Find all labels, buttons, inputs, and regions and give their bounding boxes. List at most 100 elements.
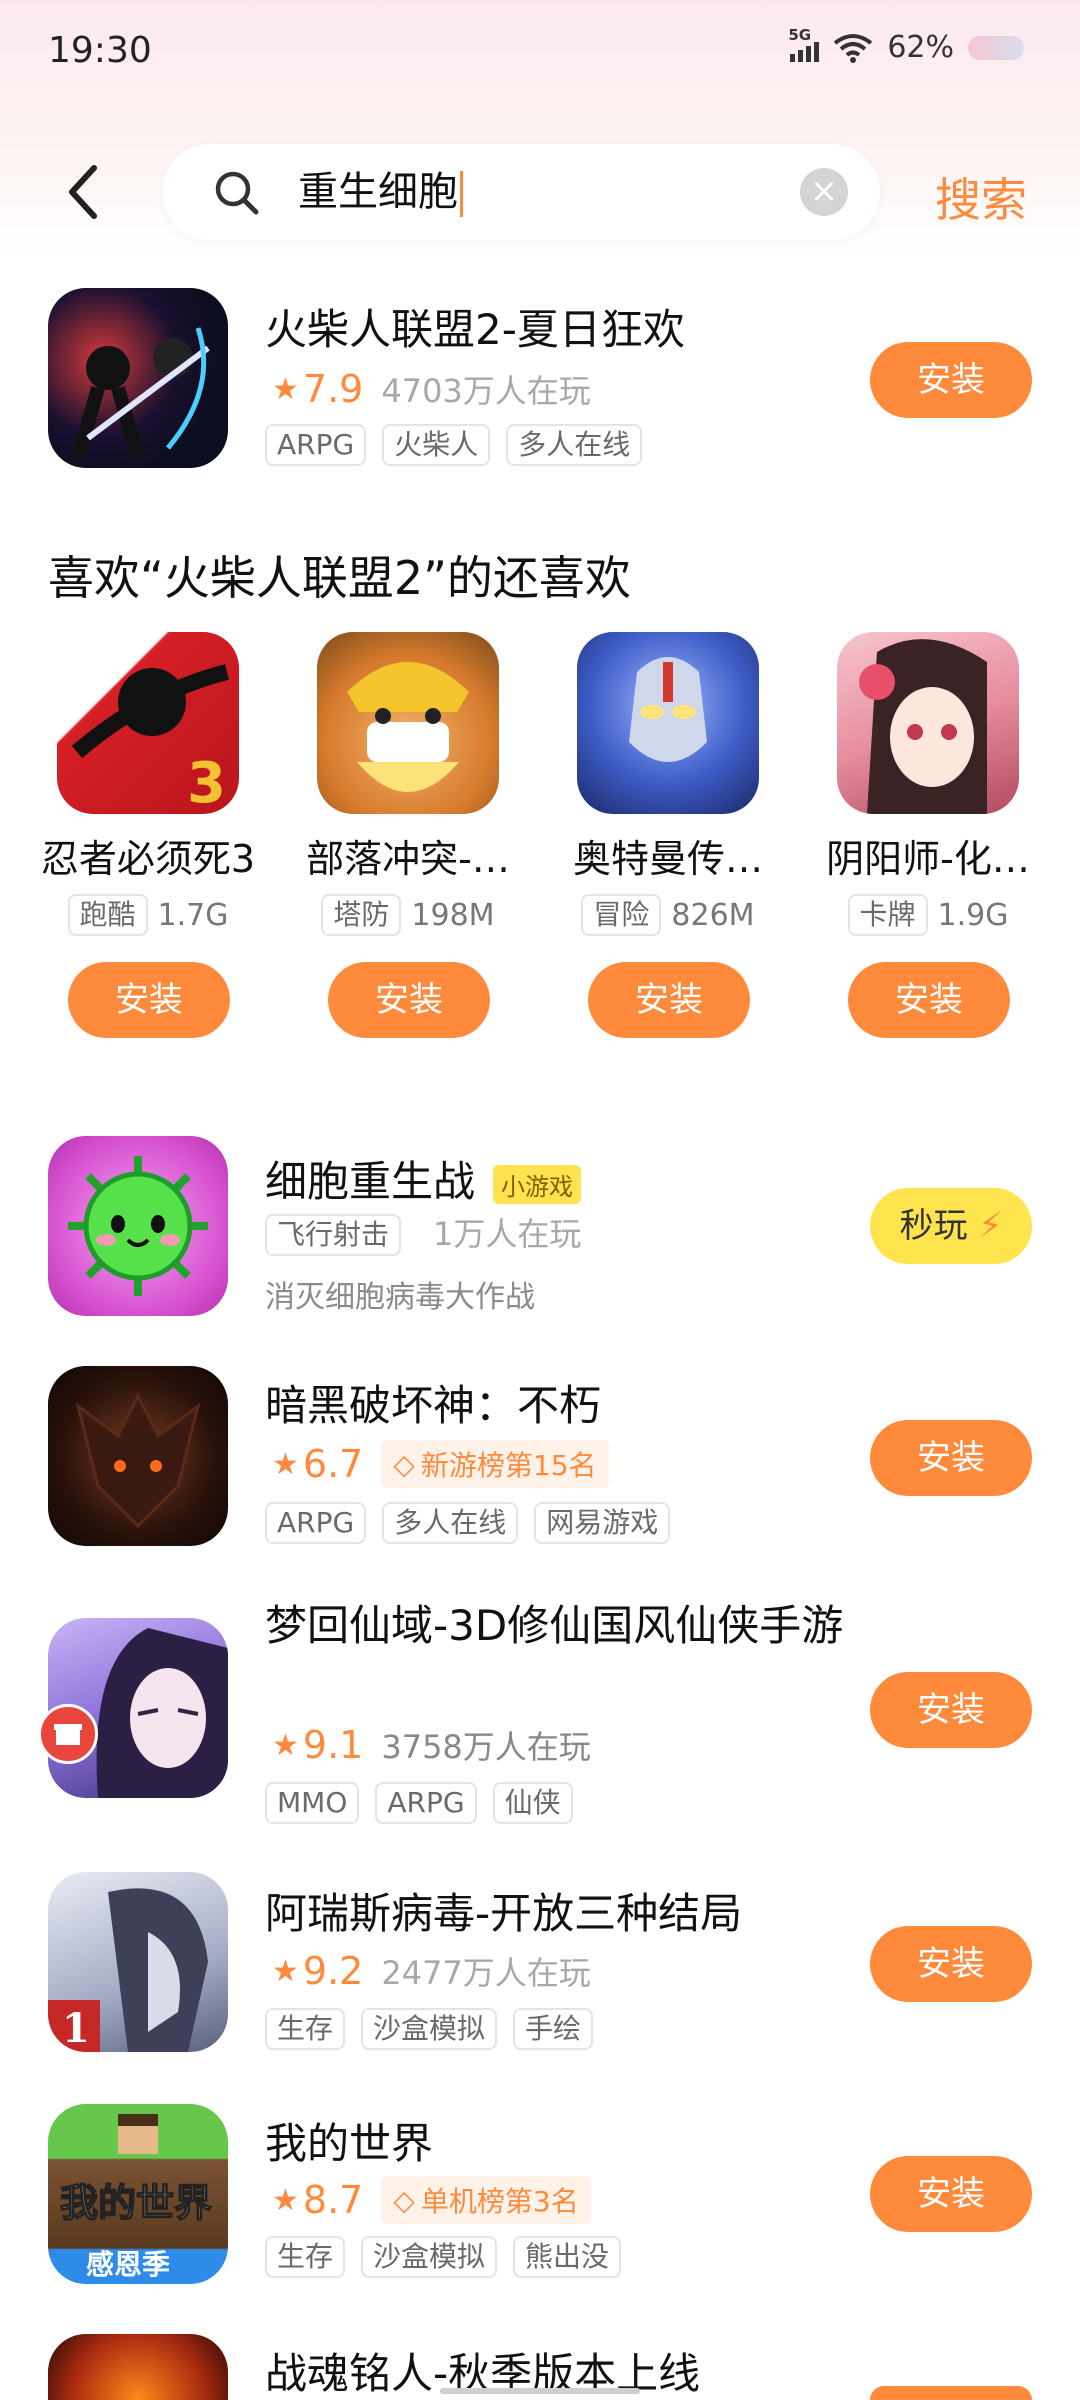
app-score: 8.7	[302, 2178, 364, 2222]
clear-icon[interactable]: ×	[800, 168, 848, 216]
star-icon: ★	[272, 1446, 299, 1482]
rank-text: 单机榜第3名	[420, 2185, 579, 2218]
tag: 生存	[265, 2236, 346, 2278]
install-button[interactable]: 安装	[870, 342, 1032, 418]
app-players: 3758万人在玩	[381, 1728, 591, 1766]
app-title: 细胞重生战	[265, 1157, 476, 1206]
recommendation-meta: 跑酷 1.7G	[28, 894, 268, 936]
install-button[interactable]: 安装	[588, 962, 750, 1038]
app-meta: ★ 9.2 2477万人在玩	[272, 1948, 591, 1994]
app-tags: ARPG 火柴人 多人在线	[265, 424, 643, 466]
tag: 飞行射击	[265, 1214, 402, 1256]
search-input[interactable]: 重生细胞 ×	[162, 144, 880, 240]
app-tags: 飞行射击 1万人在玩	[265, 1214, 581, 1256]
diamond-icon: ◇	[393, 1447, 415, 1481]
network-type: 5G	[788, 25, 812, 44]
tag: 手绘	[513, 2008, 594, 2050]
tag: MMO	[265, 1782, 360, 1824]
app-icon	[48, 1366, 228, 1546]
search-button[interactable]: 搜索	[935, 164, 1027, 230]
app-icon: 3	[57, 632, 239, 814]
app-score: 7.9	[302, 367, 364, 411]
tag: 沙盒模拟	[361, 2236, 498, 2278]
mini-game-badge: 小游戏	[493, 1165, 582, 1204]
battery-level: 62%	[887, 30, 954, 65]
app-icon	[577, 632, 759, 814]
wifi-icon	[834, 33, 873, 63]
tag: 网易游戏	[534, 1502, 671, 1544]
status-time: 19:30	[48, 30, 152, 71]
star-icon: ★	[272, 371, 299, 407]
svg-text:3: 3	[187, 751, 226, 814]
rank-badge: ◇ 新游榜第15名	[381, 1440, 609, 1488]
app-title: 梦回仙域-3D修仙国风仙侠手游	[265, 1601, 844, 1650]
recommendation-meta: 冒险 826M	[548, 894, 788, 936]
app-score: 9.1	[302, 1723, 364, 1767]
install-button[interactable]: 安装	[848, 962, 1010, 1038]
install-button[interactable]: 安装	[870, 1420, 1032, 1496]
tag: 塔防	[321, 894, 402, 936]
app-icon: 我的世界 感恩季	[48, 2104, 228, 2284]
tag: ARPG	[265, 424, 367, 466]
star-icon: ★	[272, 2182, 299, 2218]
star-icon: ★	[272, 1953, 299, 1989]
app-icon	[48, 288, 228, 468]
app-icon	[837, 632, 1019, 814]
install-button[interactable]: 安装	[68, 962, 230, 1038]
instant-play-label: 秒玩	[899, 1206, 968, 1246]
icon-subtext: 感恩季	[86, 2248, 170, 2281]
install-button[interactable]: 安装	[870, 2156, 1032, 2232]
tag: ARPG	[375, 1782, 477, 1824]
status-icons: 5G 62%	[788, 26, 1024, 65]
app-players: 1万人在玩	[433, 1215, 582, 1253]
recommendation-name: 忍者必须死3	[40, 837, 256, 881]
app-icon	[48, 2334, 228, 2400]
app-size: 826M	[671, 897, 755, 933]
tag: 跑酷	[67, 894, 148, 936]
tag: 生存	[265, 2008, 346, 2050]
app-tags: 生存 沙盒模拟 手绘	[265, 2008, 594, 2050]
icon-badge-number: 1	[62, 2005, 90, 2052]
install-button[interactable]: 安装	[328, 962, 490, 1038]
app-title: 暗黑破坏神：不朽	[265, 1381, 602, 1430]
search-query[interactable]: 重生细胞	[298, 164, 463, 220]
recommendation-title: 喜欢“火柴人联盟2”的还喜欢	[48, 551, 631, 605]
tag: 熊出没	[513, 2236, 622, 2278]
tag: 卡牌	[847, 894, 928, 936]
app-meta: ★ 7.9 4703万人在玩	[272, 366, 591, 412]
tag: 仙侠	[492, 1782, 573, 1824]
app-tags: MMO ARPG 仙侠	[265, 1782, 573, 1824]
tag: ARPG	[265, 1502, 367, 1544]
app-players: 2477万人在玩	[381, 1954, 591, 1992]
app-title: 阿瑞斯病毒-开放三种结局	[265, 1889, 743, 1938]
app-meta: ★ 9.1 3758万人在玩	[272, 1722, 591, 1768]
rank-badge: ◇ 单机榜第3名	[381, 2176, 591, 2224]
tag: 多人在线	[382, 1502, 519, 1544]
app-description: 消灭细胞病毒大作战	[265, 1280, 535, 1315]
app-title: 火柴人联盟2-夏日狂欢	[265, 305, 685, 354]
instant-play-button[interactable]: 秒玩 ⚡	[870, 1188, 1032, 1264]
install-button[interactable]: 安装	[870, 1672, 1032, 1748]
icon-logo-text: 我的世界	[60, 2181, 212, 2225]
back-arrow-icon[interactable]	[64, 162, 100, 222]
recommendation-name: 部落冲突-…	[306, 837, 510, 881]
tag: 沙盒模拟	[361, 2008, 498, 2050]
app-size: 1.7G	[157, 897, 229, 933]
app-size: 1.9G	[937, 897, 1009, 933]
app-score: 6.7	[302, 1442, 364, 1486]
signal-icon: 5G	[788, 26, 820, 62]
star-icon: ★	[272, 1727, 299, 1763]
install-button[interactable]	[870, 2386, 1032, 2400]
recommendation-name: 奥特曼传…	[572, 837, 763, 881]
app-icon: 1	[48, 1872, 228, 2052]
home-indicator[interactable]	[440, 2388, 640, 2394]
app-tags: ARPG 多人在线 网易游戏	[265, 1502, 671, 1544]
app-size: 198M	[411, 897, 495, 933]
app-meta: ★ 6.7 ◇ 新游榜第15名	[272, 1440, 609, 1488]
recommendation-meta: 卡牌 1.9G	[808, 894, 1048, 936]
lightning-icon: ⚡	[978, 1206, 1003, 1246]
app-tags: 生存 沙盒模拟 熊出没	[265, 2236, 622, 2278]
install-button[interactable]: 安装	[870, 1926, 1032, 2002]
app-icon	[317, 632, 499, 814]
tag: 冒险	[581, 894, 662, 936]
